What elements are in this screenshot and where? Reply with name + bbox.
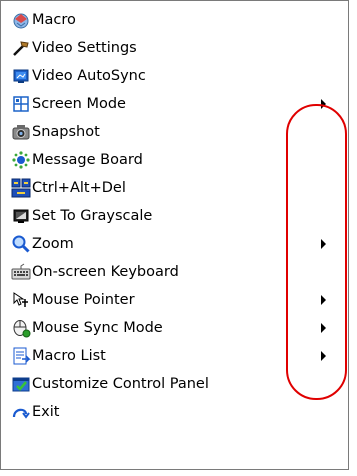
menu-item-label: Screen Mode [32, 96, 126, 112]
exit-icon [11, 402, 31, 422]
mouse-sync-icon [11, 318, 31, 338]
menu-item-label: Mouse Pointer [32, 292, 135, 308]
mouse-pointer-icon [11, 290, 31, 310]
menu-item-macro[interactable]: Macro [1, 6, 348, 34]
customize-panel-icon [11, 374, 31, 394]
camera-icon [11, 122, 31, 142]
menu-item-label: Macro [32, 12, 76, 28]
screen-mode-icon [11, 94, 31, 114]
menu-item-video-autosync[interactable]: Video AutoSync [1, 62, 348, 90]
magnifier-icon [11, 234, 31, 254]
grayscale-icon [11, 206, 31, 226]
macro-list-icon [11, 346, 31, 366]
menu-item-label: Customize Control Panel [32, 376, 209, 392]
menu-item-label: Macro List [32, 348, 106, 364]
menu-item-label: Zoom [32, 236, 74, 252]
message-board-icon [11, 150, 31, 170]
menu-item-label: Video AutoSync [32, 68, 146, 84]
video-autosync-icon [11, 66, 31, 86]
menu-item-label: Message Board [32, 152, 143, 168]
menu-item-label: Set To Grayscale [32, 208, 153, 224]
macro-icon [11, 10, 31, 30]
menu-item-label: Snapshot [32, 124, 100, 140]
menu-item-video-settings[interactable]: Video Settings [1, 34, 348, 62]
menu-item-label: Ctrl+Alt+Del [32, 180, 126, 196]
menu-item-label: On-screen Keyboard [32, 264, 179, 280]
submenu-highlight-outline [286, 104, 347, 400]
menu-item-exit[interactable]: Exit [1, 398, 348, 426]
menu-item-label: Video Settings [32, 40, 137, 56]
video-settings-icon [11, 38, 31, 58]
menu-item-label: Mouse Sync Mode [32, 320, 163, 336]
ctrl-alt-del-icon [11, 178, 31, 198]
menu-item-label: Exit [32, 404, 60, 420]
keyboard-icon [11, 262, 31, 282]
